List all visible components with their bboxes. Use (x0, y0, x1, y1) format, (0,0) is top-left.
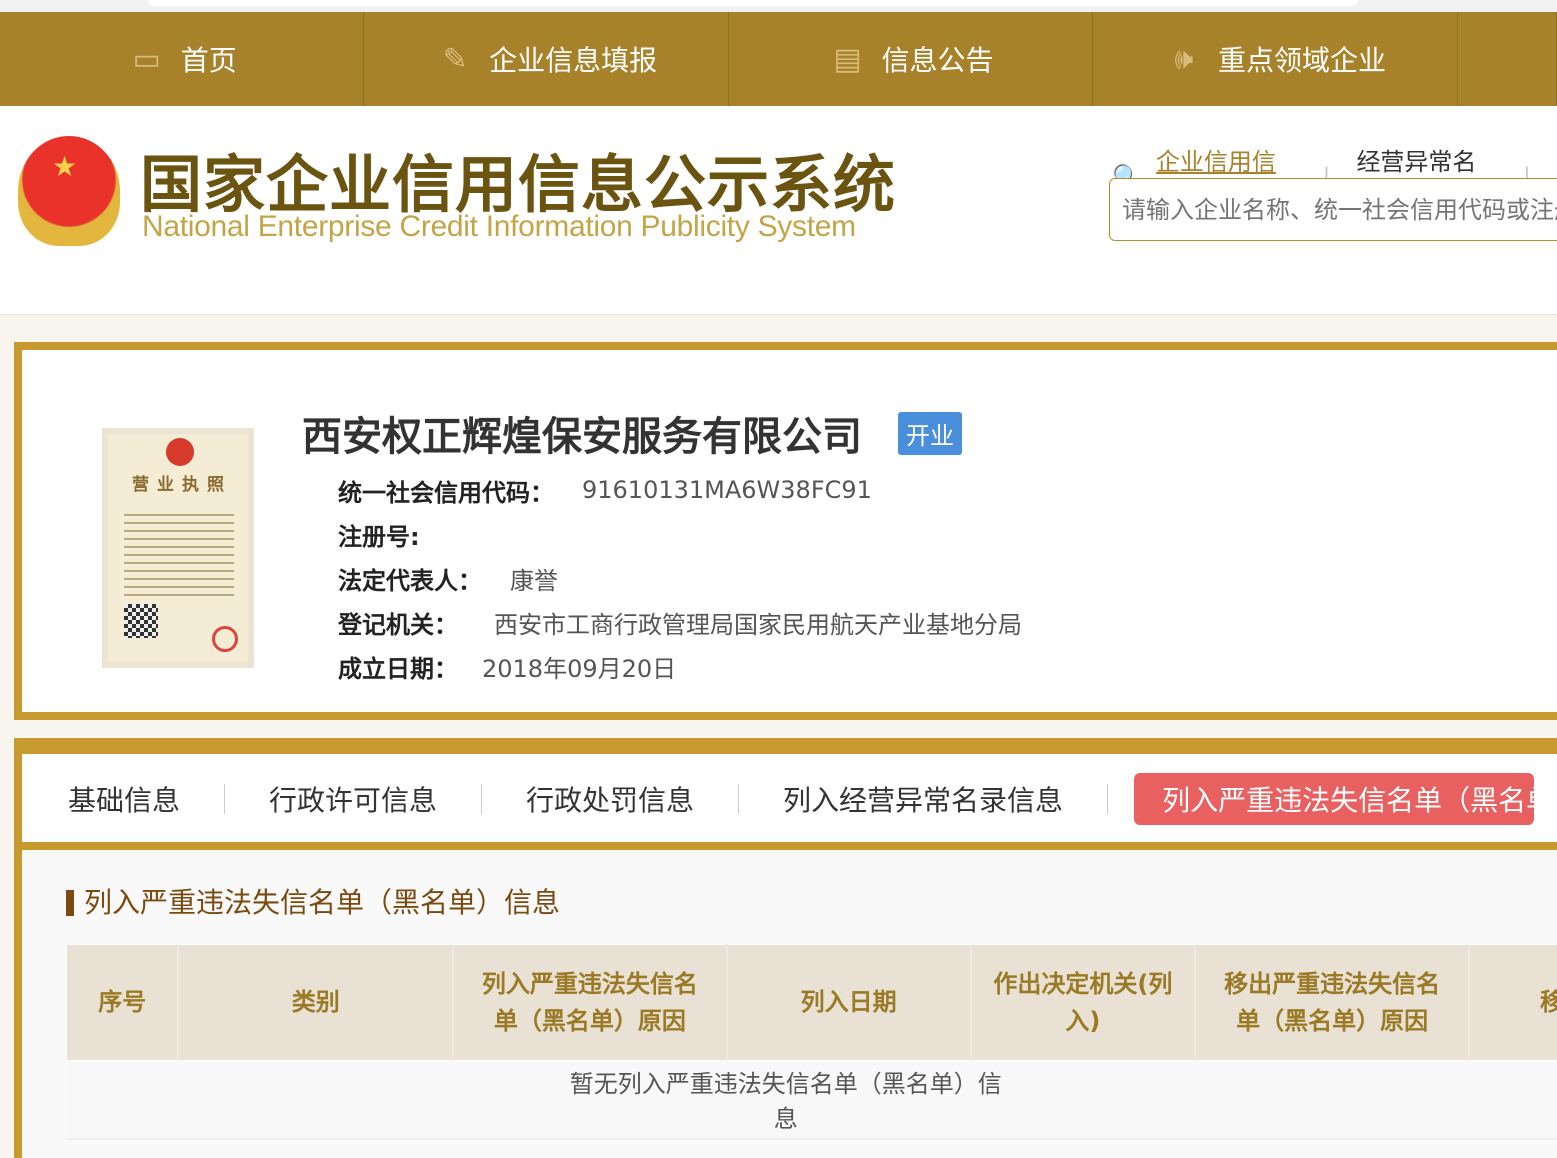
tab-admin-license[interactable]: 行政许可信息 (225, 784, 482, 814)
site-header: ★ 国家企业信用信息公示系统 National Enterprise Credi… (0, 106, 1557, 315)
field-value: 康誉 (510, 561, 558, 596)
column-header: 序号 (67, 945, 179, 1061)
info-row: 注册号: (338, 512, 1022, 556)
nav-key-sectors[interactable]: 🕪 重点领域企业 (1093, 12, 1457, 106)
field-label: 注册号: (338, 517, 420, 552)
info-row: 统一社会信用代码： 91610131MA6W38FC91 (338, 468, 1022, 512)
column-header: 移 (1469, 945, 1557, 1061)
company-name: 西安权正辉煌保安服务有限公司 (302, 404, 862, 462)
detail-card: 基础信息 行政许可信息 行政处罚信息 列入经营异常名录信息 列入严重违法失信名单… (14, 738, 1557, 1158)
table-row: 暂无列入严重违法失信名单（黑名单）信息 (67, 1061, 1557, 1139)
tab-blacklist[interactable]: 列入严重违法失信名单（黑名单）信息 (1134, 773, 1534, 825)
field-label: 法定代表人： (338, 561, 482, 596)
column-header: 列入严重违法失信名单（黑名单）原因 (453, 945, 727, 1061)
nav-report[interactable]: ✎ 企业信息填报 (364, 12, 728, 106)
field-label: 登记机关： (338, 605, 458, 640)
browser-top-strip (0, 0, 1557, 12)
table-header-row: 序号 类别 列入严重违法失信名单（黑名单）原因 列入日期 作出决定机关(列入) … (67, 945, 1557, 1061)
company-info: 统一社会信用代码： 91610131MA6W38FC91 注册号: 法定代表人： 康… (338, 468, 1022, 688)
field-value: 2018年09月20日 (482, 649, 676, 684)
column-header: 作出决定机关(列入) (971, 945, 1196, 1061)
nav-label: 企业信息填报 (489, 39, 657, 79)
field-label: 统一社会信用代码： (338, 473, 554, 508)
blacklist-table: 序号 类别 列入严重违法失信名单（黑名单）原因 列入日期 作出决定机关(列入) … (66, 944, 1557, 1140)
section-title: 列入严重违法失信名单（黑名单）信息 (66, 890, 560, 916)
nav-more[interactable] (1458, 12, 1557, 106)
nav-announcement[interactable]: ▤ 信息公告 (729, 12, 1093, 106)
license-text-lines (124, 508, 234, 598)
info-row: 登记机关： 西安市工商行政管理局国家民用航天产业基地分局 (338, 600, 1022, 644)
nav-label: 重点领域企业 (1218, 39, 1386, 79)
document-icon: ▤ (828, 39, 868, 79)
info-row: 法定代表人： 康誉 (338, 556, 1022, 600)
tab-admin-penalty[interactable]: 行政处罚信息 (482, 784, 739, 814)
tab-abnormal-list[interactable]: 列入经营异常名录信息 (739, 784, 1108, 814)
emblem-icon (166, 438, 194, 466)
national-emblem-logo: ★ (18, 136, 120, 246)
column-header: 类别 (178, 945, 453, 1061)
nav-home[interactable]: ▭ 首页 (0, 12, 364, 106)
company-name-row: 西安权正辉煌保安服务有限公司开业 (302, 404, 962, 462)
top-bar (148, 0, 1358, 6)
column-header: 移出严重违法失信名单（黑名单）原因 (1195, 945, 1469, 1061)
main-nav: ▭ 首页 ✎ 企业信息填报 ▤ 信息公告 🕪 重点领域企业 (0, 12, 1557, 106)
qr-code-icon (124, 604, 158, 638)
monitor-icon: ▭ (127, 39, 167, 79)
speaker-icon: 🕪 (1164, 39, 1204, 79)
seal-icon (212, 626, 238, 652)
search-input[interactable] (1109, 178, 1557, 241)
license-title: 营业执照 (132, 470, 232, 495)
site-subtitle: National Enterprise Credit Information P… (142, 210, 856, 244)
business-license-image[interactable]: 营业执照 (102, 428, 254, 668)
status-badge: 开业 (898, 412, 962, 455)
nav-label: 首页 (181, 39, 237, 79)
pen-icon: ✎ (435, 39, 475, 79)
nav-label: 信息公告 (882, 39, 994, 79)
tab-bar: 基础信息 行政许可信息 行政处罚信息 列入经营异常名录信息 列入严重违法失信名单… (22, 738, 1557, 850)
company-summary-card: 营业执照 西安权正辉煌保安服务有限公司开业 统一社会信用代码： 91610131M… (14, 342, 1557, 720)
field-value: 西安市工商行政管理局国家民用航天产业基地分局 (494, 605, 1022, 640)
empty-message: 暂无列入严重违法失信名单（黑名单）信息 (67, 1061, 1557, 1139)
field-value: 91610131MA6W38FC91 (582, 476, 872, 504)
column-header: 列入日期 (727, 945, 971, 1061)
tab-basic-info[interactable]: 基础信息 (22, 784, 225, 814)
info-row: 成立日期： 2018年09月20日 (338, 644, 1022, 688)
field-label: 成立日期： (338, 649, 458, 684)
